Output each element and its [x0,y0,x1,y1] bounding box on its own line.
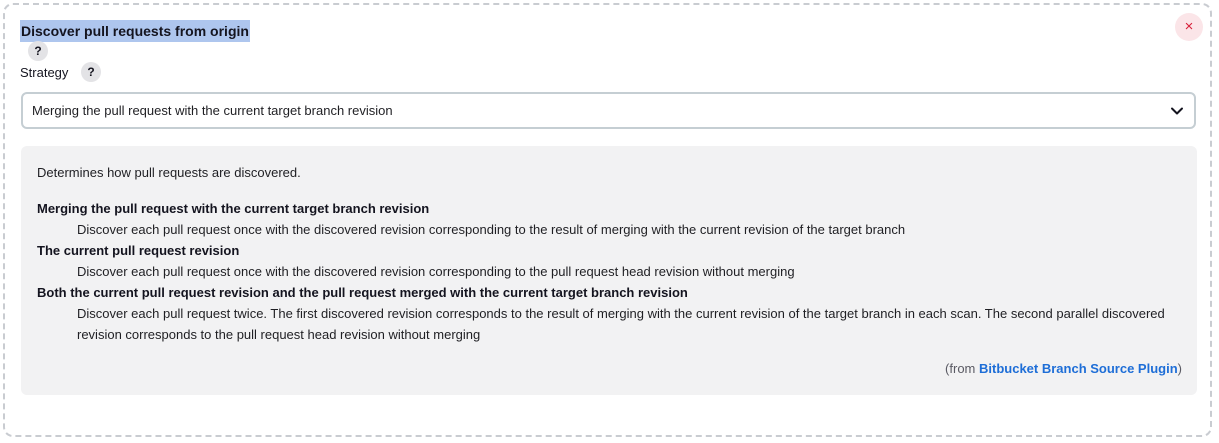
section-help-icon[interactable]: ? [28,41,48,61]
option-term-merge: Merging the pull request with the curren… [37,201,430,216]
option-term-both: Both the current pull request revision a… [37,285,688,300]
plugin-source: (from Bitbucket Branch Source Plugin) [945,361,1182,376]
chevron-down-icon [1171,107,1183,115]
option-desc-head: Discover each pull request once with the… [77,264,795,279]
strategy-select-value: Merging the pull request with the curren… [32,103,393,118]
from-suffix: ) [1177,361,1182,376]
option-term-head: The current pull request revision [37,243,240,258]
strategy-select[interactable]: Merging the pull request with the curren… [21,92,1196,129]
help-intro: Determines how pull requests are discove… [37,165,301,180]
from-prefix: (from [945,361,979,376]
close-icon[interactable]: × [1175,13,1203,41]
strategy-help-panel: Determines how pull requests are discove… [21,146,1197,395]
option-desc-both: Discover each pull request twice. The fi… [77,306,1165,342]
strategy-help-icon[interactable]: ? [81,62,101,82]
option-desc-merge: Discover each pull request once with the… [77,222,906,237]
strategy-label: Strategy [20,65,69,80]
section-title: Discover pull requests from origin [20,20,250,42]
plugin-link[interactable]: Bitbucket Branch Source Plugin [979,361,1178,376]
